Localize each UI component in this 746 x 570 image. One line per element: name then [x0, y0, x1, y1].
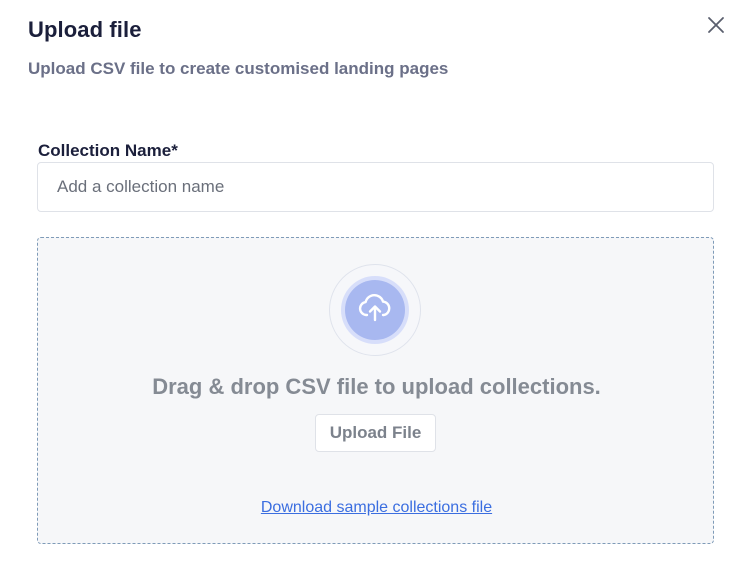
- close-icon: [707, 16, 725, 39]
- upload-icon-circle: [345, 280, 405, 340]
- dropzone-instruction: Drag & drop CSV file to upload collectio…: [152, 374, 601, 399]
- collection-name-label: Collection Name*: [38, 141, 178, 160]
- upload-icon-ring: [329, 264, 421, 356]
- cloud-upload-icon: [358, 293, 392, 328]
- file-dropzone[interactable]: Drag & drop CSV file to upload collectio…: [37, 237, 714, 544]
- close-button[interactable]: [704, 15, 728, 39]
- upload-file-dialog: Upload file Upload CSV file to create cu…: [0, 0, 746, 570]
- dialog-title: Upload file: [28, 17, 142, 42]
- download-sample-link[interactable]: Download sample collections file: [38, 499, 715, 517]
- upload-file-button[interactable]: Upload File: [315, 414, 436, 452]
- collection-name-input[interactable]: [37, 162, 714, 212]
- dialog-subtitle: Upload CSV file to create customised lan…: [28, 59, 449, 78]
